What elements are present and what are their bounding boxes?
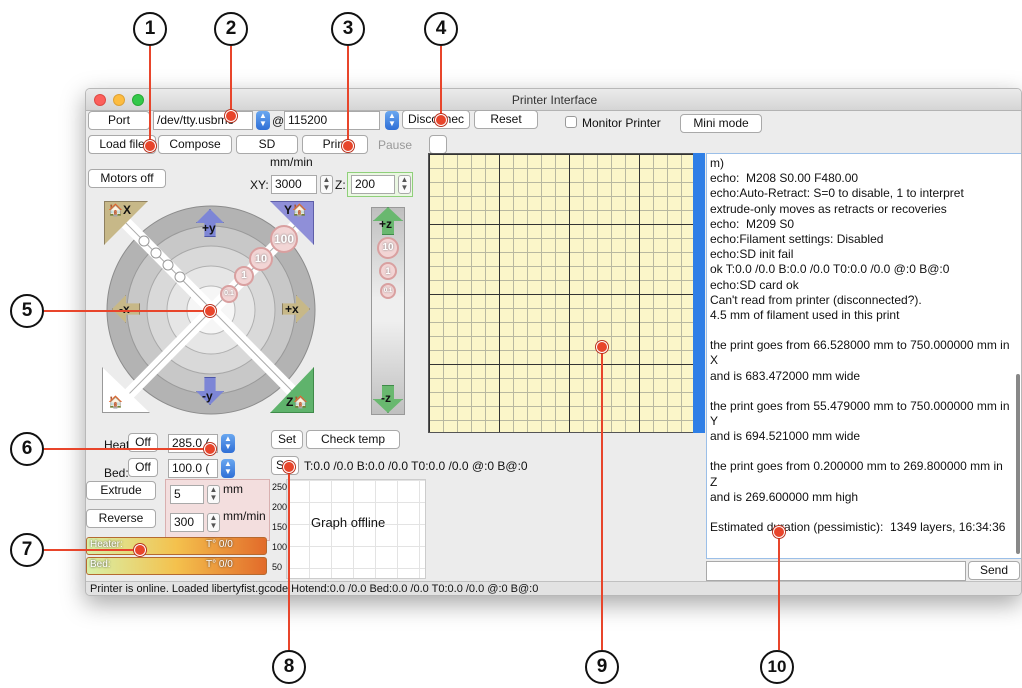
callout-marker [225, 110, 237, 122]
callout-5: 5 [10, 294, 44, 328]
callout-marker [435, 114, 447, 126]
callout-1: 1 [133, 12, 167, 46]
callout-marker [773, 526, 785, 538]
callout-marker [204, 305, 216, 317]
callout-marker [596, 341, 608, 353]
callout-lines [44, 46, 780, 650]
callout-marker [144, 140, 156, 152]
callout-9: 9 [585, 650, 619, 684]
callout-8: 8 [272, 650, 306, 684]
callout-7: 7 [10, 533, 44, 567]
callout-10: 10 [760, 650, 794, 684]
callout-6: 6 [10, 432, 44, 466]
callout-marker [204, 443, 216, 455]
callout-marker [134, 544, 146, 556]
callout-marker [283, 461, 295, 473]
callout-2: 2 [214, 12, 248, 46]
callout-marker [342, 140, 354, 152]
callout-3: 3 [331, 12, 365, 46]
callout-4: 4 [424, 12, 458, 46]
